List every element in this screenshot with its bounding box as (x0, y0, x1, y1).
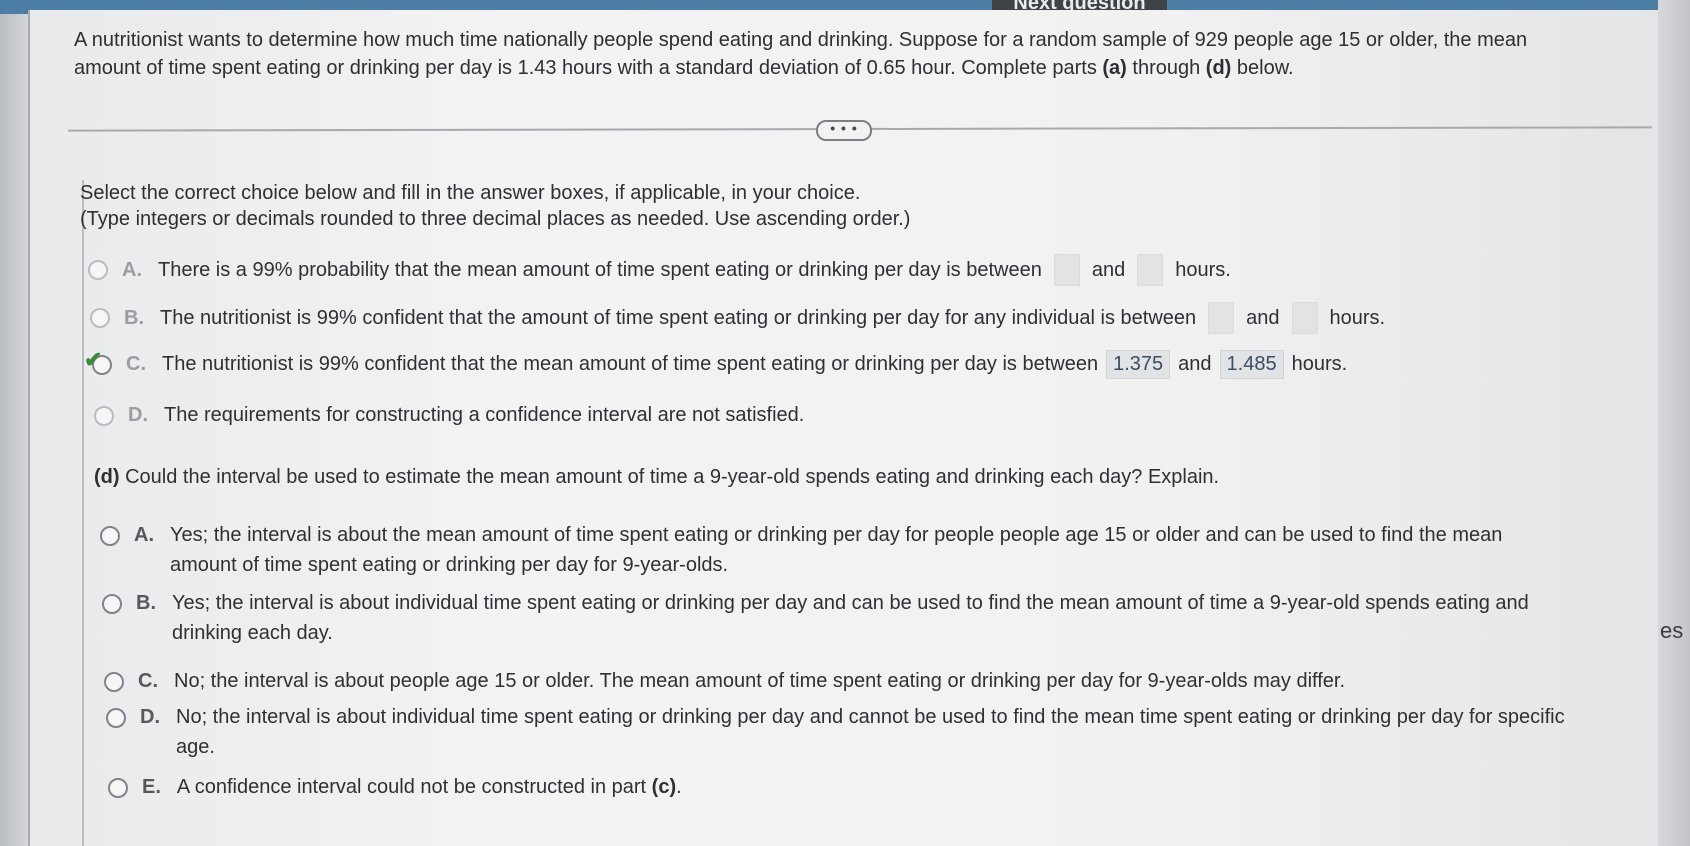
instruction-line-2: (Type integers or decimals rounded to th… (80, 208, 911, 230)
edge-text: es (1660, 618, 1684, 643)
part-d-option-a[interactable]: A. Yes; the interval is about the mean a… (100, 520, 1502, 580)
problem-statement: A nutritionist wants to determine how mu… (74, 26, 1634, 82)
radio-button[interactable] (104, 672, 124, 692)
radio-button-selected[interactable]: ✔ (84, 347, 112, 375)
radio-button[interactable] (106, 708, 126, 728)
radio-button[interactable] (102, 594, 122, 614)
part-d-option-c[interactable]: C. No; the interval is about people age … (104, 666, 1345, 696)
part-d-option-b[interactable]: B. Yes; the interval is about individual… (102, 588, 1529, 648)
radio-button[interactable] (108, 778, 128, 798)
part-d-option-d[interactable]: D. No; the interval is about individual … (106, 702, 1565, 762)
instruction-line-1: Select the correct choice below and fill… (80, 182, 861, 204)
answer-box[interactable] (1208, 302, 1235, 334)
problem-line-2: amount of time spent eating or drinking … (74, 57, 1294, 79)
radio-button[interactable] (88, 260, 108, 280)
part-c-option-c[interactable]: ✔ C. The nutritionist is 99% confident t… (84, 347, 1347, 379)
expand-button[interactable]: • • • (816, 120, 872, 141)
radio-button[interactable] (90, 308, 110, 328)
part-d-option-e[interactable]: E. A confidence interval could not be co… (108, 772, 682, 802)
checkmark-icon: ✔ (84, 346, 103, 372)
part-c-option-b[interactable]: B. The nutritionist is 99% confident tha… (90, 302, 1385, 334)
instructions: Select the correct choice below and fill… (80, 180, 910, 232)
radio-button[interactable] (100, 526, 120, 546)
answer-box[interactable] (1053, 254, 1080, 286)
part-c-option-d[interactable]: D. The requirements for constructing a c… (94, 404, 804, 427)
part-d-question: (d) Could the interval be used to estima… (94, 466, 1220, 488)
answer-value-1[interactable]: 1.375 (1106, 350, 1171, 379)
right-edge (1658, 0, 1690, 846)
problem-line-1: A nutritionist wants to determine how mu… (74, 29, 1528, 51)
left-edge (0, 14, 28, 846)
answer-value-2[interactable]: 1.485 (1219, 350, 1284, 379)
answer-box[interactable] (1137, 254, 1164, 286)
part-c-option-a[interactable]: A. There is a 99% probability that the m… (88, 254, 1231, 286)
answer-box[interactable] (1291, 302, 1318, 334)
radio-button[interactable] (94, 405, 114, 426)
